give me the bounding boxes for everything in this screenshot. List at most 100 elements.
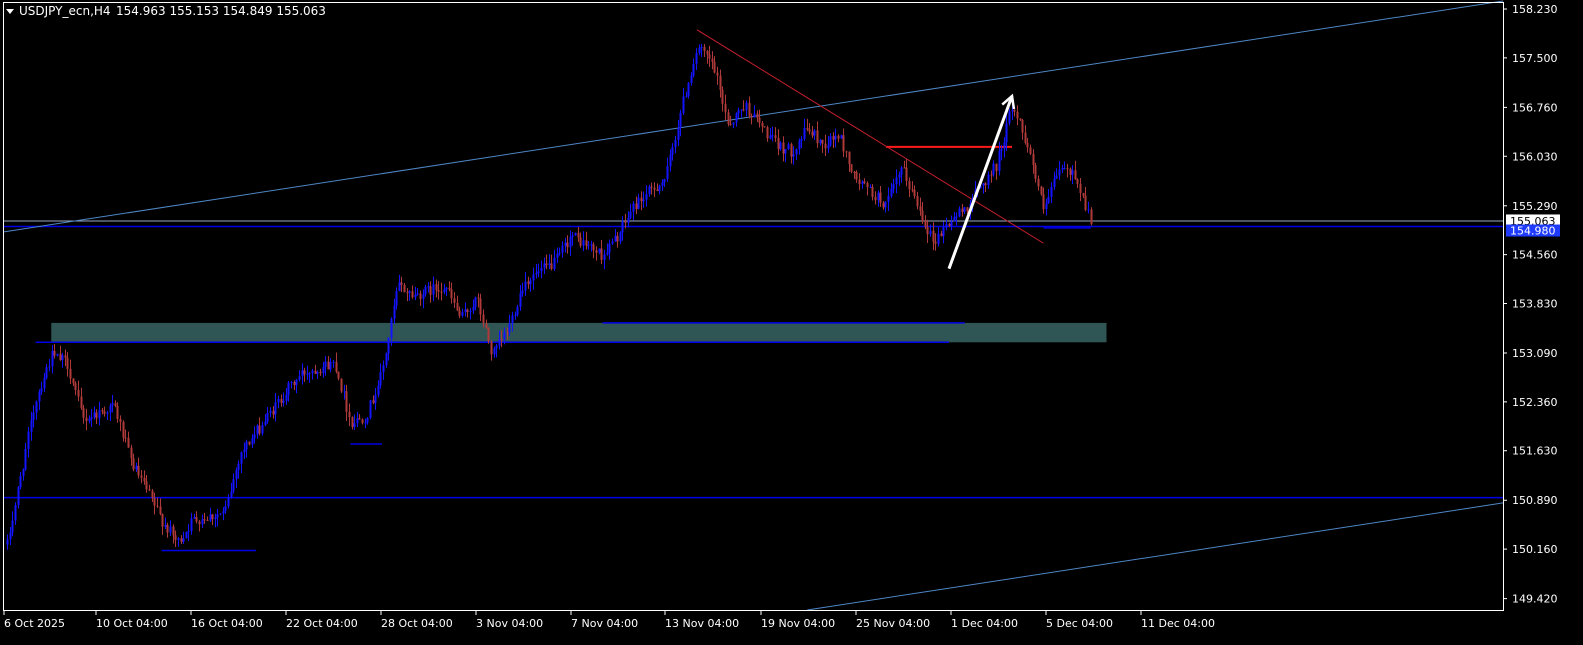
time-tick-label: 7 Nov 04:00	[571, 617, 638, 630]
candle-body	[19, 475, 22, 488]
candle-body	[748, 102, 751, 116]
price-tick-label: 152.360	[1512, 396, 1558, 409]
candle-body	[819, 139, 822, 144]
price-tick-label: 153.090	[1512, 347, 1558, 360]
candle-body	[824, 143, 827, 149]
candle-body	[937, 233, 940, 244]
candle-body	[95, 412, 98, 419]
candle-body	[874, 196, 877, 201]
candle-body	[521, 290, 524, 294]
candle-body	[1029, 147, 1032, 154]
candle-body	[774, 135, 777, 138]
candle-body	[345, 391, 348, 412]
candle-body	[316, 371, 319, 374]
candle-body	[574, 232, 577, 236]
candle-body	[419, 293, 422, 299]
candle-body	[1000, 148, 1003, 152]
candle-body	[879, 192, 882, 203]
candle-body	[174, 535, 177, 540]
candle-body	[719, 75, 722, 90]
candle-body	[1053, 178, 1056, 187]
candle-body	[303, 370, 306, 375]
candle-body	[950, 221, 953, 227]
candle-body	[329, 361, 332, 370]
candle-body	[790, 144, 793, 157]
candle-body	[14, 505, 17, 521]
candle-body	[143, 477, 146, 482]
candle-body	[742, 109, 745, 111]
candle-body	[327, 361, 330, 370]
candle-body	[529, 280, 532, 285]
candle-body	[858, 179, 861, 184]
candle-body	[695, 52, 698, 64]
candle-body	[658, 185, 661, 192]
candle-body	[503, 332, 506, 340]
candle-body	[137, 465, 140, 476]
time-tick-label: 1 Dec 04:00	[951, 617, 1018, 630]
candle-body	[364, 422, 367, 424]
price-tick-label: 153.830	[1512, 297, 1558, 310]
candle-body	[185, 531, 188, 539]
candle-body	[337, 371, 340, 379]
candle-body	[122, 421, 125, 438]
candle-body	[35, 401, 38, 413]
candle-body	[30, 419, 33, 432]
candle-body	[130, 447, 133, 459]
candle-body	[153, 498, 156, 506]
candle-body	[690, 75, 693, 84]
candle-body	[984, 183, 987, 186]
candle-body	[490, 341, 493, 355]
candle-body	[43, 378, 46, 389]
candle-body	[311, 370, 314, 374]
candle-body	[398, 282, 401, 292]
candle-body	[753, 113, 756, 118]
candle-body	[106, 412, 109, 414]
candle-body	[987, 174, 990, 186]
time-tick-label: 5 Dec 04:00	[1046, 617, 1113, 630]
candle-body	[579, 237, 582, 246]
candle-body	[640, 197, 643, 202]
candle-body	[156, 505, 159, 507]
candle-body	[961, 208, 964, 212]
candle-body	[600, 248, 603, 260]
candle-body	[437, 290, 440, 292]
price-chart[interactable]: 158.230 157.500 156.760 156.030 155.290 154.5…	[0, 0, 1583, 641]
candle-body	[111, 403, 114, 406]
candle-body	[190, 518, 193, 532]
price-tick-label: 151.630	[1512, 445, 1558, 458]
candle-body	[366, 418, 369, 423]
candle-body	[727, 112, 730, 125]
candle-body	[432, 284, 435, 295]
candle-body	[390, 318, 393, 338]
candle-body	[1074, 170, 1077, 180]
candle-body	[890, 188, 893, 196]
candle-body	[198, 521, 201, 525]
candle-body	[587, 245, 590, 247]
candle-body	[151, 490, 154, 499]
candle-body	[119, 418, 122, 422]
candle-body	[627, 217, 630, 223]
candle-body	[558, 252, 561, 254]
candle-body	[395, 291, 398, 306]
zone-rect	[51, 322, 1107, 343]
candle-body	[687, 83, 690, 97]
candle-body	[251, 438, 254, 445]
candle-body	[332, 361, 335, 363]
candle-body	[898, 174, 901, 178]
candle-body	[995, 163, 998, 171]
price-tick-label: 157.500	[1512, 52, 1558, 65]
candle-body	[400, 282, 403, 285]
candle-body	[285, 394, 288, 401]
candle-body	[882, 202, 885, 208]
candle-body	[77, 389, 80, 397]
candle-body	[411, 291, 414, 298]
candle-body	[679, 112, 682, 128]
candle-body	[235, 470, 238, 480]
candle-body	[619, 232, 622, 242]
candle-body	[677, 127, 680, 140]
candle-body	[913, 189, 916, 197]
candle-body	[924, 221, 927, 227]
candle-body	[729, 124, 732, 126]
candle-body	[61, 355, 64, 361]
candle-body	[540, 268, 543, 272]
